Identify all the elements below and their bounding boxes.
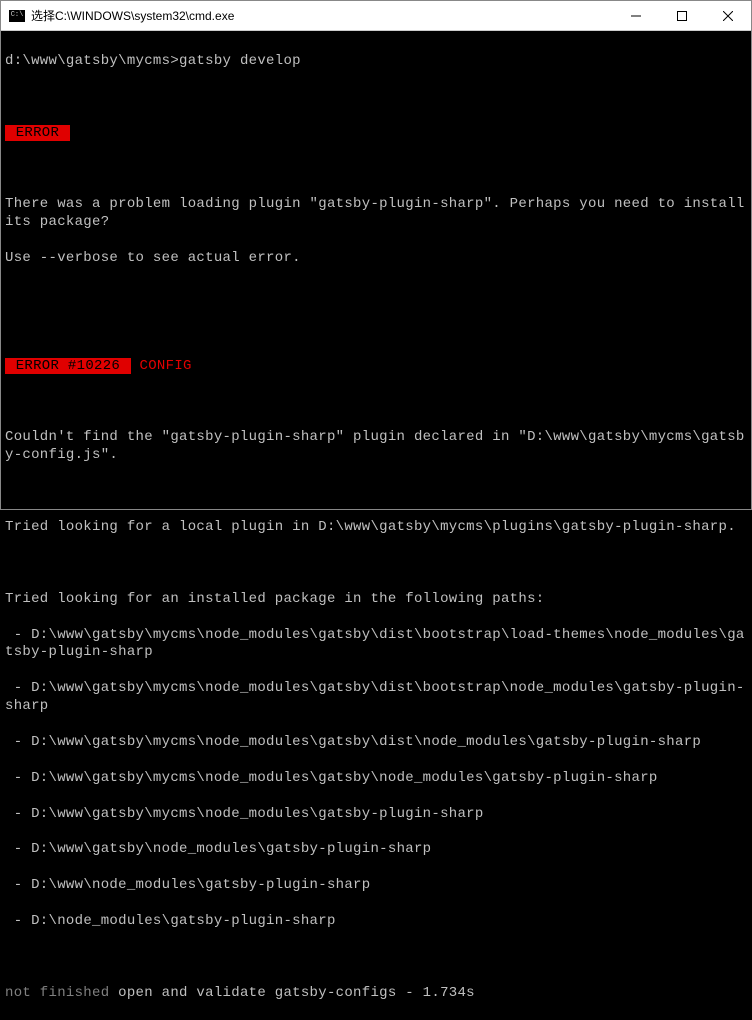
path-line: - D:\www\gatsby\mycms\node_modules\gatsb… xyxy=(5,734,747,752)
window-title: 选择C:\WINDOWS\system32\cmd.exe xyxy=(31,7,613,24)
window-titlebar: 选择C:\WINDOWS\system32\cmd.exe xyxy=(1,1,751,31)
error2-text-3: Tried looking for an installed package i… xyxy=(5,591,747,609)
error1-text-2: Use --verbose to see actual error. xyxy=(5,250,747,268)
error-badge-2: ERROR #10226 CONFIG xyxy=(5,358,747,376)
blank-line xyxy=(5,555,747,573)
path-line: - D:\www\gatsby\node_modules\gatsby-plug… xyxy=(5,841,747,859)
error2-text-1: Couldn't find the "gatsby-plugin-sharp" … xyxy=(5,429,747,465)
blank-line xyxy=(5,89,747,107)
blank-line xyxy=(5,949,747,967)
path-line: - D:\www\gatsby\mycms\node_modules\gatsb… xyxy=(5,770,747,788)
blank-line xyxy=(5,286,747,304)
blank-line xyxy=(5,394,747,412)
command-text: gatsby develop xyxy=(179,53,301,69)
path-line: - D:\www\gatsby\mycms\node_modules\gatsb… xyxy=(5,680,747,716)
path-line: - D:\www\gatsby\mycms\node_modules\gatsb… xyxy=(5,806,747,824)
error1-text-1: There was a problem loading plugin "gats… xyxy=(5,196,747,232)
blank-line xyxy=(5,483,747,501)
cmd-icon xyxy=(9,10,25,22)
status-prefix: not finished xyxy=(5,985,109,1001)
error-badge-1: ERROR xyxy=(5,125,747,143)
path-line: - D:\www\node_modules\gatsby-plugin-shar… xyxy=(5,877,747,895)
error2-text-2: Tried looking for a local plugin in D:\w… xyxy=(5,519,747,537)
prompt-line: d:\www\gatsby\mycms>gatsby develop xyxy=(5,53,747,71)
maximize-button[interactable] xyxy=(659,1,705,30)
path-line: - D:\node_modules\gatsby-plugin-sharp xyxy=(5,913,747,931)
path-line: - D:\www\gatsby\mycms\node_modules\gatsb… xyxy=(5,627,747,663)
blank-line xyxy=(5,160,747,178)
minimize-button[interactable] xyxy=(613,1,659,30)
window-controls xyxy=(613,1,751,30)
terminal-output[interactable]: d:\www\gatsby\mycms>gatsby develop ERROR… xyxy=(1,31,751,1020)
close-button[interactable] xyxy=(705,1,751,30)
status-rest: open and validate gatsby-configs - 1.734… xyxy=(109,985,474,1001)
blank-line xyxy=(5,322,747,340)
cwd-prompt: d:\www\gatsby\mycms> xyxy=(5,53,179,69)
status-line: not finished open and validate gatsby-co… xyxy=(5,985,747,1003)
